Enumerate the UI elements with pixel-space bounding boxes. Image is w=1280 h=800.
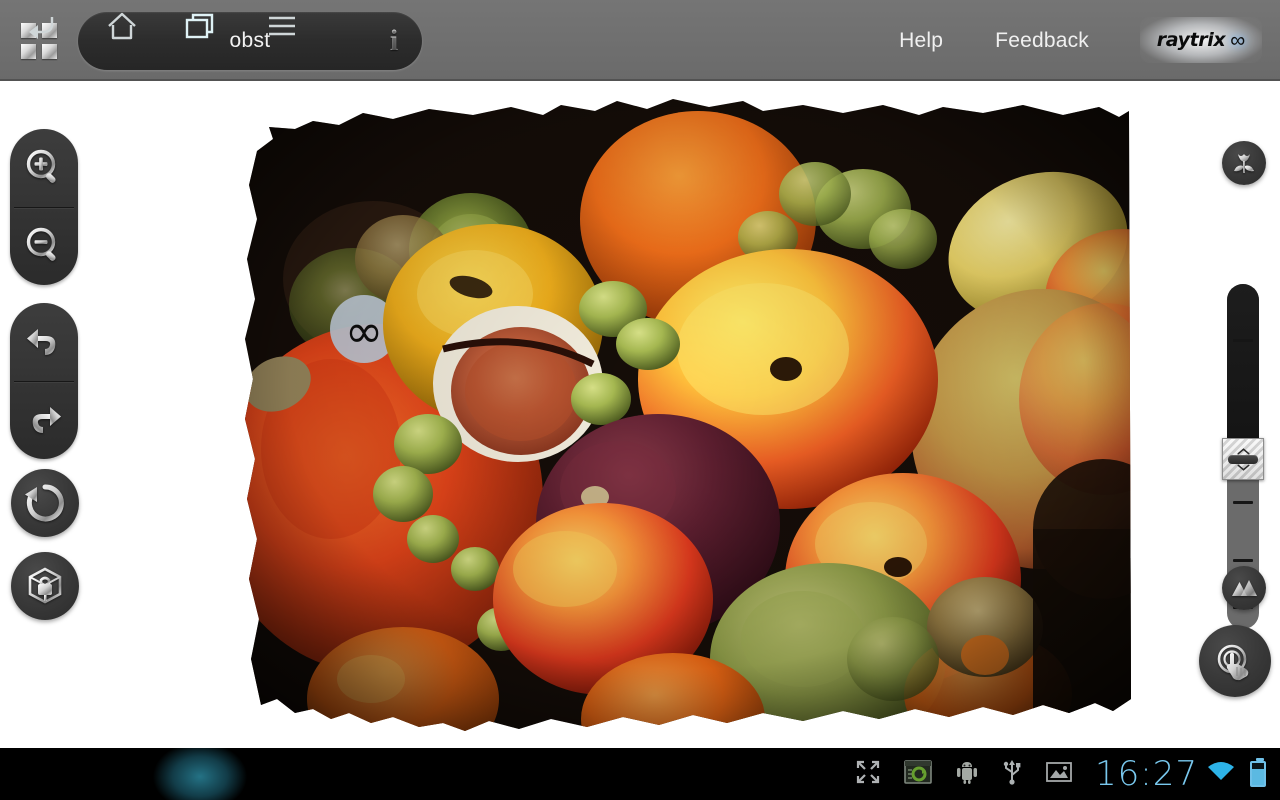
slider-tick [1233, 559, 1253, 562]
system-clock: 16:27 [1095, 754, 1198, 794]
magnifier-plus-icon [26, 149, 56, 183]
brand-name: raytrix [1156, 29, 1226, 51]
tulip-flower-icon [1234, 154, 1254, 173]
home-icon [108, 12, 136, 40]
android-back-button[interactable] [8, 0, 76, 52]
undo-redo-button-group [10, 303, 78, 459]
mountains-icon [1232, 580, 1257, 596]
recents-active-glow [148, 748, 252, 800]
battery-icon[interactable] [1250, 758, 1266, 787]
slider-grip [1228, 454, 1258, 464]
chevron-down-icon [1236, 464, 1250, 471]
zoom-in-button[interactable] [10, 129, 78, 207]
fruit-still-life-render: ∞ [245, 99, 1131, 731]
system-tray: 16:27 [855, 748, 1280, 800]
recent-apps-icon [185, 13, 214, 39]
hamburger-menu-icon [269, 16, 295, 36]
gallery-icon[interactable] [1045, 760, 1073, 789]
touch-focus-button[interactable] [1199, 625, 1271, 697]
redo-button[interactable] [10, 381, 78, 459]
android-debug-icon[interactable] [955, 759, 979, 790]
header-nav-links: Help Feedback [873, 0, 1115, 81]
help-link[interactable]: Help [873, 23, 969, 59]
hand-touch-focus-icon [1217, 644, 1249, 681]
info-icon[interactable]: i [384, 24, 404, 58]
rendered-lightfield-photo[interactable]: ∞ [243, 99, 1133, 735]
fullscreen-icon[interactable] [855, 759, 881, 790]
screen-capture-icon[interactable] [903, 759, 933, 790]
chevron-up-icon [1236, 447, 1250, 454]
raytrix-logo[interactable]: raytrix ∞ [1140, 17, 1262, 63]
android-home-button[interactable] [88, 0, 156, 52]
feedback-link[interactable]: Feedback [969, 23, 1115, 59]
reset-view-button[interactable] [11, 469, 79, 537]
android-menu-button[interactable] [248, 0, 316, 52]
lightfield-image-viewport[interactable]: ∞ [0, 81, 1280, 748]
macro-focus-button[interactable] [1222, 141, 1266, 185]
lock-volume-button[interactable] [11, 552, 79, 620]
focus-depth-slider-thumb[interactable] [1222, 438, 1264, 480]
wifi-icon[interactable] [1206, 760, 1236, 789]
zoom-button-group [10, 129, 78, 285]
slider-tick [1233, 501, 1253, 504]
infinity-icon: ∞ [1230, 28, 1246, 52]
zoom-out-button[interactable] [10, 207, 78, 285]
cube-lock-icon [28, 567, 62, 604]
circular-reset-arrow-icon [25, 484, 64, 522]
undo-arrow-icon [27, 329, 56, 355]
slider-tick [1233, 409, 1253, 412]
redo-arrow-icon [32, 407, 61, 433]
focus-depth-slider-fill [1227, 284, 1259, 450]
magnifier-minus-icon [26, 227, 56, 261]
slider-tick [1233, 339, 1253, 342]
android-recents-button[interactable] [166, 0, 234, 52]
usb-icon[interactable] [1001, 758, 1023, 791]
back-arrow-icon [29, 17, 54, 39]
raytrix-lightfield-viewer-app: obst i Help Feedback raytrix ∞ 16:27 [0, 0, 1280, 800]
undo-button[interactable] [10, 303, 78, 381]
landscape-focus-button[interactable] [1222, 566, 1266, 610]
